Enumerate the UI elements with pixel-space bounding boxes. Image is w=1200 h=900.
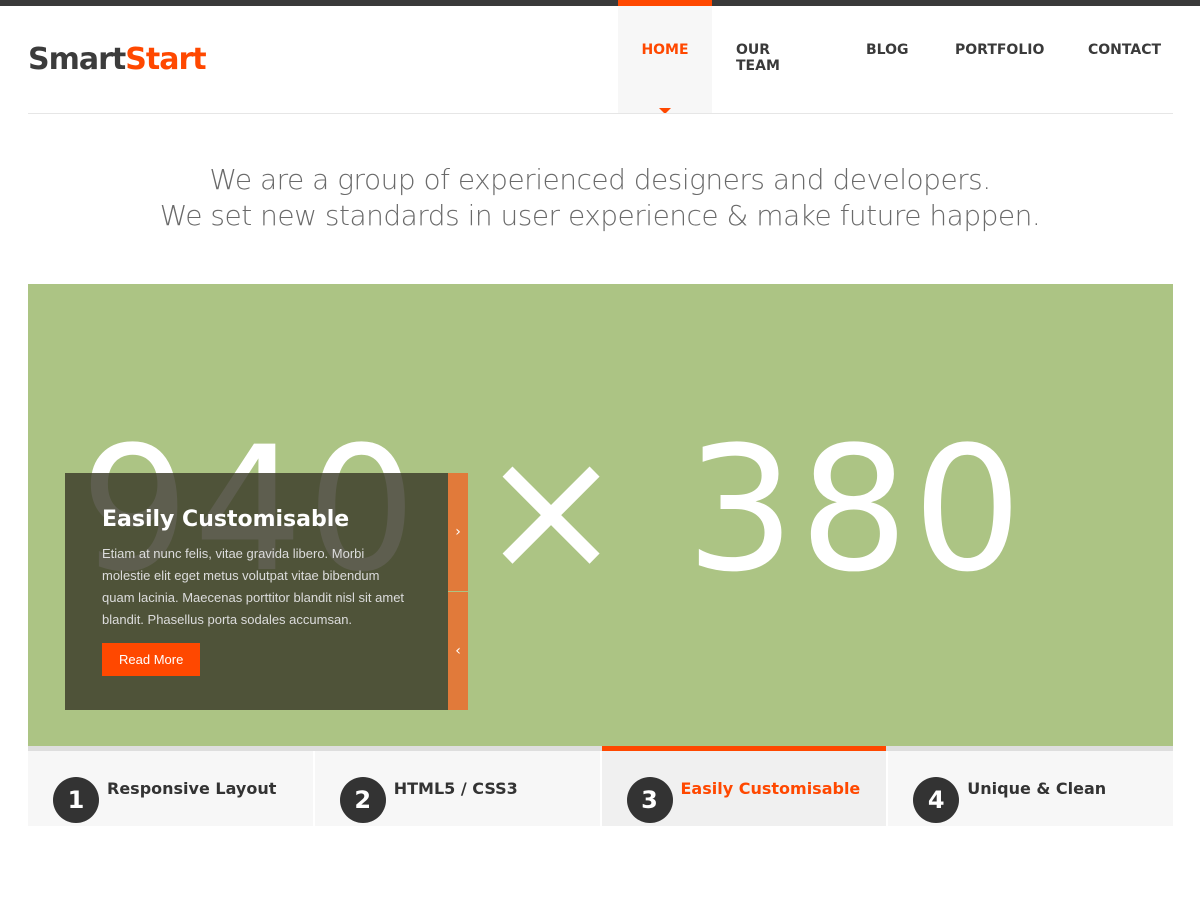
tab-number-badge: 1 [53, 777, 99, 823]
logo-smart: Smart [28, 42, 126, 77]
tab-label: HTML5 / CSS3 [393, 779, 518, 798]
feature-tabs: 1 Responsive Layout 2 HTML5 / CSS3 3 Eas… [28, 746, 1173, 826]
tab-label: Easily Customisable [680, 779, 861, 798]
prev-arrow-icon[interactable]: ‹ [448, 592, 468, 710]
read-more-button[interactable]: Read More [102, 643, 201, 676]
header-divider [28, 113, 1173, 114]
nav-our-team[interactable]: OUR TEAM [712, 0, 838, 113]
tab-label: Unique & Clean [967, 779, 1107, 798]
tab-number-badge: 2 [339, 777, 386, 823]
tab-number-badge: 3 [626, 777, 673, 823]
next-arrow-icon[interactable]: › [448, 473, 468, 591]
nav-contact[interactable]: CONTACT [1060, 0, 1173, 113]
slide-caption: Easily Customisable Etiam at nunc felis,… [65, 473, 448, 710]
tab-html5-css3[interactable]: 2 HTML5 / CSS3 [314, 751, 602, 826]
main-nav: HOME OUR TEAM BLOG PORTFOLIO CONTACT [618, 0, 1173, 113]
caption-title: Easily Customisable [102, 507, 350, 532]
tab-responsive-layout[interactable]: 1 Responsive Layout [28, 751, 315, 826]
tab-unique-clean[interactable]: 4 Unique & Clean [888, 751, 1173, 826]
tab-number-badge: 4 [913, 777, 960, 823]
slider-arrows: › ‹ [448, 473, 468, 710]
nav-blog[interactable]: BLOG [838, 0, 927, 113]
tagline-line-2: We set new standards in user experience … [159, 199, 1041, 232]
tagline-line-1: We are a group of experienced designers … [209, 163, 991, 196]
tab-label: Responsive Layout [107, 779, 277, 798]
caption-text: Etiam at nunc felis, vitae gravida liber… [102, 546, 405, 627]
hero-slider: 940 × 380 Easily Customisable Etiam at n… [28, 284, 1173, 746]
logo-start: Start [125, 42, 206, 77]
tab-easily-customisable[interactable]: 3 Easily Customisable [601, 746, 889, 826]
tagline: We are a group of experienced designers … [0, 162, 1200, 234]
site-logo[interactable]: SmartStart [28, 40, 207, 80]
nav-home[interactable]: HOME [618, 0, 712, 113]
nav-portfolio[interactable]: PORTFOLIO [927, 0, 1060, 113]
